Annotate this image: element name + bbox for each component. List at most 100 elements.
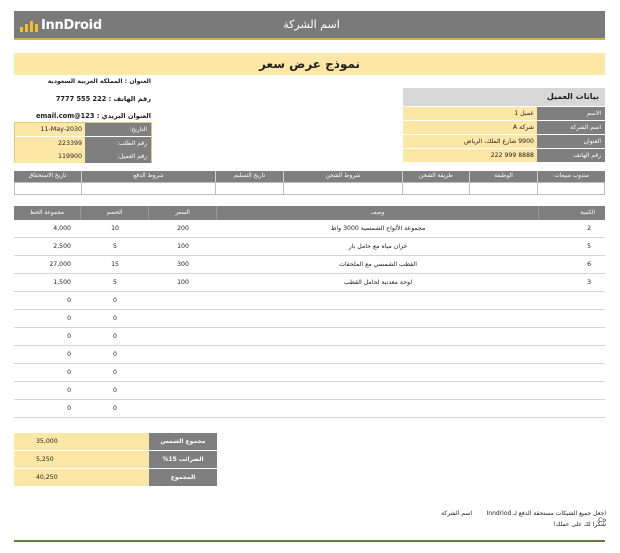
item-price-cell[interactable]: 200 — [149, 220, 217, 237]
item-price-cell[interactable] — [149, 346, 217, 363]
item-line-total-cell[interactable]: 4,000 — [14, 220, 81, 237]
item-price-cell[interactable]: 100 — [149, 238, 217, 255]
items-header-description: وصف — [217, 206, 539, 220]
item-description-cell[interactable] — [217, 328, 539, 345]
item-discount-cell[interactable]: 5 — [81, 274, 149, 291]
item-line-total-cell[interactable]: 0 — [14, 310, 81, 327]
terms-job-cell[interactable] — [470, 182, 538, 195]
customer-row-phone: 8888 999 222 رقم الهاتف — [403, 149, 605, 162]
customer-company-value[interactable]: شركة A — [403, 121, 537, 134]
item-line-total-cell[interactable]: 2,500 — [14, 238, 81, 255]
seller-email: العنوان البريدي : email.com@123 — [35, 112, 151, 120]
item-line-total-cell[interactable]: 0 — [14, 328, 81, 345]
item-discount-cell[interactable]: 5 — [81, 238, 149, 255]
header-bar: InnDroid اسم الشركة — [14, 11, 605, 40]
meta-date-label: التاريخ: — [85, 123, 151, 136]
tax-label: الضرائب 15% — [149, 451, 217, 468]
item-row: 00 — [14, 310, 605, 328]
item-price-cell[interactable] — [149, 364, 217, 381]
item-price-cell[interactable]: 100 — [149, 274, 217, 291]
logo-bars-icon — [20, 20, 38, 32]
item-line-total-cell[interactable]: 0 — [14, 400, 81, 417]
item-quantity-cell[interactable]: 5 — [539, 238, 605, 255]
terms-header-shipping-terms: شروط الشحن — [284, 171, 403, 182]
item-row: 27,000 15 300 القطب الشمسي مع الملحقات 6 — [14, 256, 605, 274]
terms-salesperson-cell[interactable] — [538, 182, 605, 195]
item-description-cell[interactable] — [217, 310, 539, 327]
item-line-total-cell[interactable]: 27,000 — [14, 256, 81, 273]
item-quantity-cell[interactable] — [539, 364, 605, 381]
item-quantity-cell[interactable] — [539, 346, 605, 363]
item-description-cell[interactable] — [217, 292, 539, 309]
item-row: 00 — [14, 328, 605, 346]
meta-row-date: 11-May-2030 التاريخ: — [15, 123, 151, 136]
terms-header-row: تاريخ الاستحقاق شروط الدفع تاريخ التسليم… — [14, 171, 605, 182]
seller-phone: رقم الهاتف : 222 555 7777 — [55, 95, 151, 103]
item-line-total-cell[interactable]: 0 — [14, 292, 81, 309]
item-price-cell[interactable] — [149, 400, 217, 417]
item-description-cell[interactable] — [217, 382, 539, 399]
item-description-cell[interactable] — [217, 346, 539, 363]
item-description-cell[interactable]: خزان مياه مع حامل بار — [217, 238, 539, 255]
items-header-discount: الخصم — [81, 206, 149, 220]
item-price-cell[interactable]: 300 — [149, 256, 217, 273]
item-discount-cell[interactable]: 0 — [81, 292, 149, 309]
customer-name-value[interactable]: عميل 1 — [403, 107, 537, 120]
totals-row-grand-total: 40,250 المجموع — [14, 469, 217, 486]
tax-value: 5,250 — [14, 451, 149, 468]
item-price-cell[interactable] — [149, 328, 217, 345]
item-discount-cell[interactable]: 15 — [81, 256, 149, 273]
item-description-cell[interactable]: القطب الشمسي مع الملحقات — [217, 256, 539, 273]
meta-client-value[interactable]: 119900 — [15, 150, 85, 163]
terms-shipping-method-cell[interactable] — [403, 182, 470, 195]
meta-order-value[interactable]: 223399 — [15, 137, 85, 150]
customer-row-address: 9900 شارع الملك، الرياض العنوان — [403, 135, 605, 148]
customer-info-heading: بيانات العميل — [403, 88, 605, 106]
item-quantity-cell[interactable] — [539, 292, 605, 309]
customer-address-value[interactable]: 9900 شارع الملك، الرياض — [403, 135, 537, 148]
footer-company-name: اسم الشركة — [441, 510, 472, 517]
item-line-total-cell[interactable]: 0 — [14, 346, 81, 363]
item-row: 1,500 5 100 لوحة معدنية لحامل القطب 3 — [14, 274, 605, 292]
customer-phone-value[interactable]: 8888 999 222 — [403, 149, 537, 162]
item-line-total-cell[interactable]: 0 — [14, 364, 81, 381]
item-line-total-cell[interactable]: 0 — [14, 382, 81, 399]
terms-delivery-date-cell[interactable] — [216, 182, 284, 195]
item-price-cell[interactable] — [149, 382, 217, 399]
item-quantity-cell[interactable]: 3 — [539, 274, 605, 291]
company-name: اسم الشركة — [283, 18, 340, 31]
item-quantity-cell[interactable]: 2 — [539, 220, 605, 237]
meta-order-label: رقم الطلب: — [85, 137, 151, 150]
item-description-cell[interactable] — [217, 400, 539, 417]
item-discount-cell[interactable]: 10 — [81, 220, 149, 237]
item-description-cell[interactable] — [217, 364, 539, 381]
item-quantity-cell[interactable] — [539, 310, 605, 327]
terms-due-date-cell[interactable] — [14, 182, 82, 195]
item-price-cell[interactable] — [149, 310, 217, 327]
item-quantity-cell[interactable] — [539, 400, 605, 417]
terms-shipping-terms-cell[interactable] — [284, 182, 403, 195]
item-discount-cell[interactable]: 0 — [81, 346, 149, 363]
meta-date-value[interactable]: 11-May-2030 — [15, 123, 85, 136]
item-quantity-cell[interactable]: 6 — [539, 256, 605, 273]
item-row: 00 — [14, 382, 605, 400]
item-line-total-cell[interactable]: 1,500 — [14, 274, 81, 291]
customer-company-label: اسم الشركة — [537, 121, 605, 134]
terms-header-delivery-date: تاريخ التسليم — [216, 171, 284, 182]
item-discount-cell[interactable]: 0 — [81, 382, 149, 399]
item-description-cell[interactable]: مجموعة الألواح الشمسية 3000 واط — [217, 220, 539, 237]
item-discount-cell[interactable]: 0 — [81, 364, 149, 381]
totals-row-tax: 5,250 الضرائب 15% — [14, 451, 217, 468]
terms-payment-terms-cell[interactable] — [82, 182, 216, 195]
item-discount-cell[interactable]: 0 — [81, 328, 149, 345]
grand-total-value: 40,250 — [14, 469, 149, 486]
item-discount-cell[interactable]: 0 — [81, 400, 149, 417]
meta-client-label: رقم العميل: — [85, 150, 151, 163]
quote-meta-box: 11-May-2030 التاريخ: 223399 رقم الطلب: 1… — [14, 122, 152, 163]
item-price-cell[interactable] — [149, 292, 217, 309]
item-quantity-cell[interactable] — [539, 328, 605, 345]
item-row: 00 — [14, 346, 605, 364]
item-quantity-cell[interactable] — [539, 382, 605, 399]
item-discount-cell[interactable]: 0 — [81, 310, 149, 327]
item-description-cell[interactable]: لوحة معدنية لحامل القطب — [217, 274, 539, 291]
